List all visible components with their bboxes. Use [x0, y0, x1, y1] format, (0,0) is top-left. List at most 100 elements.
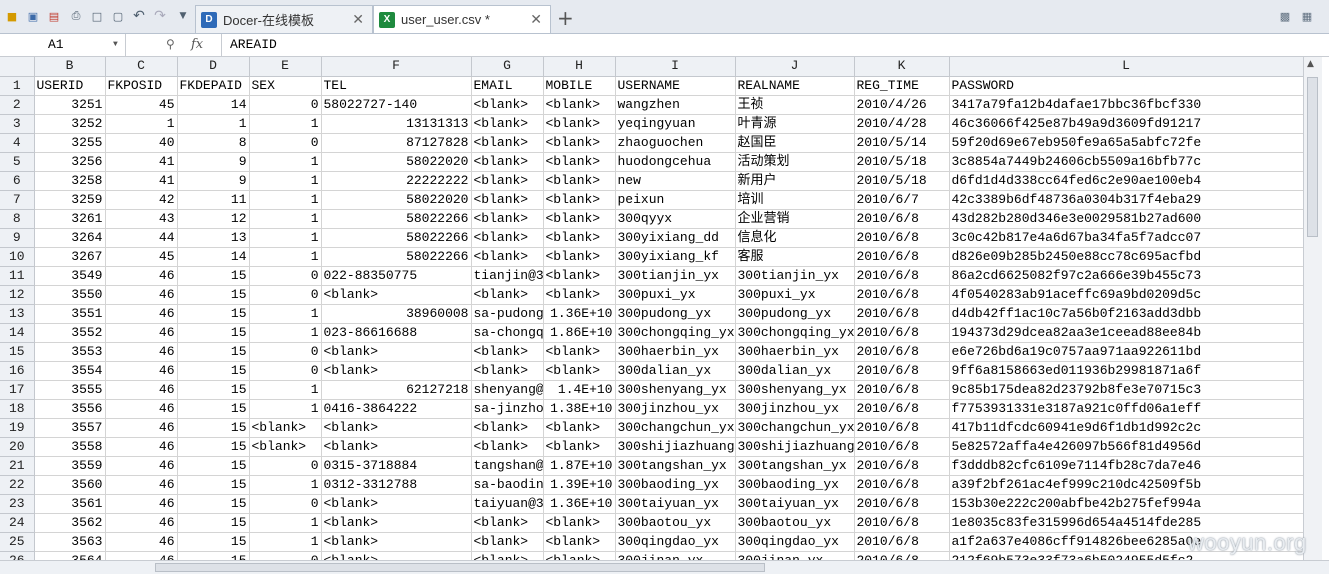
cell[interactable]: 12	[177, 209, 250, 229]
cell[interactable]: 1	[105, 114, 178, 134]
cell[interactable]: 3264	[34, 228, 106, 248]
cell[interactable]: 300tianjin_yx	[615, 266, 736, 286]
cell[interactable]: <blank>	[543, 266, 616, 286]
row-header[interactable]: 7	[0, 190, 35, 210]
cell[interactable]: 45	[105, 247, 178, 267]
row-header[interactable]: 9	[0, 228, 35, 248]
cell[interactable]: new	[615, 171, 736, 191]
cell[interactable]: <blank>	[543, 133, 616, 153]
cell[interactable]: 46	[105, 323, 178, 343]
row-header[interactable]: 20	[0, 437, 35, 457]
cell[interactable]: a39f2bf261ac4ef999c210dc42509f5b	[949, 475, 1303, 495]
cell[interactable]: 2010/6/8	[854, 228, 950, 248]
cell[interactable]: 15	[177, 418, 250, 438]
cell[interactable]: <blank>	[543, 418, 616, 438]
cell[interactable]: 0	[249, 494, 322, 514]
cell[interactable]: wangzhen	[615, 95, 736, 115]
row-header[interactable]: 12	[0, 285, 35, 305]
cell[interactable]: 15	[177, 380, 250, 400]
cell[interactable]: <blank>	[471, 190, 544, 210]
cell[interactable]: EMAIL	[471, 76, 544, 96]
column-header-h[interactable]: H	[543, 57, 616, 77]
cell[interactable]: 58022266	[321, 228, 472, 248]
cell[interactable]: 2010/6/8	[854, 342, 950, 362]
cell[interactable]: USERID	[34, 76, 106, 96]
cell[interactable]: tangshan@	[471, 456, 544, 476]
cell[interactable]: <blank>	[471, 228, 544, 248]
cell[interactable]: 1	[249, 171, 322, 191]
cell[interactable]: 1	[249, 475, 322, 495]
cell[interactable]: 300tangshan_yx	[615, 456, 736, 476]
row-header[interactable]: 2	[0, 95, 35, 115]
cell[interactable]: 3555	[34, 380, 106, 400]
open-folder-icon[interactable]: ■	[5, 9, 19, 23]
cell[interactable]: 42	[105, 190, 178, 210]
cell[interactable]: <blank>	[249, 437, 322, 457]
export-pdf-icon[interactable]: ▤	[47, 9, 61, 23]
cell[interactable]: 0	[249, 285, 322, 305]
cell[interactable]: 3556	[34, 399, 106, 419]
cell[interactable]: 1	[249, 513, 322, 533]
column-header-b[interactable]: B	[34, 57, 106, 77]
cell[interactable]: <blank>	[543, 361, 616, 381]
cell[interactable]: 300shenyang_yx	[615, 380, 736, 400]
cell[interactable]: 46c36066f425e87b49a9d3609fd91217	[949, 114, 1303, 134]
window-options-icon[interactable]: ▦	[1300, 9, 1314, 23]
cell[interactable]: 1	[249, 380, 322, 400]
cell[interactable]: 46	[105, 513, 178, 533]
row-header[interactable]: 22	[0, 475, 35, 495]
cell[interactable]: 2010/6/8	[854, 418, 950, 438]
cell[interactable]: d826e09b285b2450e88cc78c695acfbd	[949, 247, 1303, 267]
cell[interactable]: 417b11dfcdc60941e9d6f1db1d992c2c	[949, 418, 1303, 438]
cell[interactable]: taiyuan@3	[471, 494, 544, 514]
cell[interactable]: 1.4E+10	[543, 380, 616, 400]
cell[interactable]: shenyang@	[471, 380, 544, 400]
insert-function-icon[interactable]: fx	[191, 34, 203, 56]
column-header-l[interactable]: L	[949, 57, 1303, 77]
cell[interactable]: <blank>	[471, 209, 544, 229]
row-header[interactable]: 8	[0, 209, 35, 229]
cell[interactable]: e6e726bd6a19c0757aa971aa922611bd	[949, 342, 1303, 362]
cell[interactable]: 62127218	[321, 380, 472, 400]
cell[interactable]: d6fd1d4d338cc64fed6c2e90ae100eb4	[949, 171, 1303, 191]
cell[interactable]: 1	[249, 114, 322, 134]
cell[interactable]: 2010/5/18	[854, 152, 950, 172]
cell[interactable]: <blank>	[471, 133, 544, 153]
cell[interactable]: zhaoguochen	[615, 133, 736, 153]
cell[interactable]: 300dalian_yx	[735, 361, 855, 381]
row-header[interactable]: 23	[0, 494, 35, 514]
cell[interactable]: 1	[249, 399, 322, 419]
cell[interactable]: f3dddb82cfc6109e7114fb28c7da7e46	[949, 456, 1303, 476]
cell[interactable]: 41	[105, 171, 178, 191]
cell[interactable]: 194373d29dcea82aa3e1ceead88ee84b	[949, 323, 1303, 343]
cell[interactable]: 300haerbin_yx	[615, 342, 736, 362]
cell[interactable]: 300shenyang_yx	[735, 380, 855, 400]
cell[interactable]: 300yixiang_kf	[615, 247, 736, 267]
cell[interactable]: 300taiyuan_yx	[615, 494, 736, 514]
cell[interactable]: <blank>	[471, 437, 544, 457]
cell[interactable]: 300chongqing_yx	[735, 323, 855, 343]
redo-icon[interactable]: ↷	[153, 8, 167, 24]
cell[interactable]: 1	[249, 247, 322, 267]
cell[interactable]: 3267	[34, 247, 106, 267]
cell[interactable]: 3417a79fa12b4dafae17bbc36fbcf330	[949, 95, 1303, 115]
cell[interactable]: 0	[249, 342, 322, 362]
row-header[interactable]: 15	[0, 342, 35, 362]
cell[interactable]: 3559	[34, 456, 106, 476]
cell[interactable]: 3561	[34, 494, 106, 514]
cell[interactable]: <blank>	[543, 437, 616, 457]
cell[interactable]: 46	[105, 266, 178, 286]
cell[interactable]: 46	[105, 342, 178, 362]
cell[interactable]: 14	[177, 247, 250, 267]
cell[interactable]: 300pudong_yx	[615, 304, 736, 324]
cell[interactable]: 2010/6/7	[854, 190, 950, 210]
cell[interactable]: 1.87E+10	[543, 456, 616, 476]
cell[interactable]: <blank>	[321, 532, 472, 552]
cell[interactable]: 46	[105, 380, 178, 400]
cell[interactable]: 46	[105, 456, 178, 476]
cell[interactable]: 3553	[34, 342, 106, 362]
cell[interactable]: <blank>	[321, 361, 472, 381]
cell[interactable]: 3552	[34, 323, 106, 343]
cell[interactable]: 300puxi_yx	[735, 285, 855, 305]
cell[interactable]: 15	[177, 437, 250, 457]
